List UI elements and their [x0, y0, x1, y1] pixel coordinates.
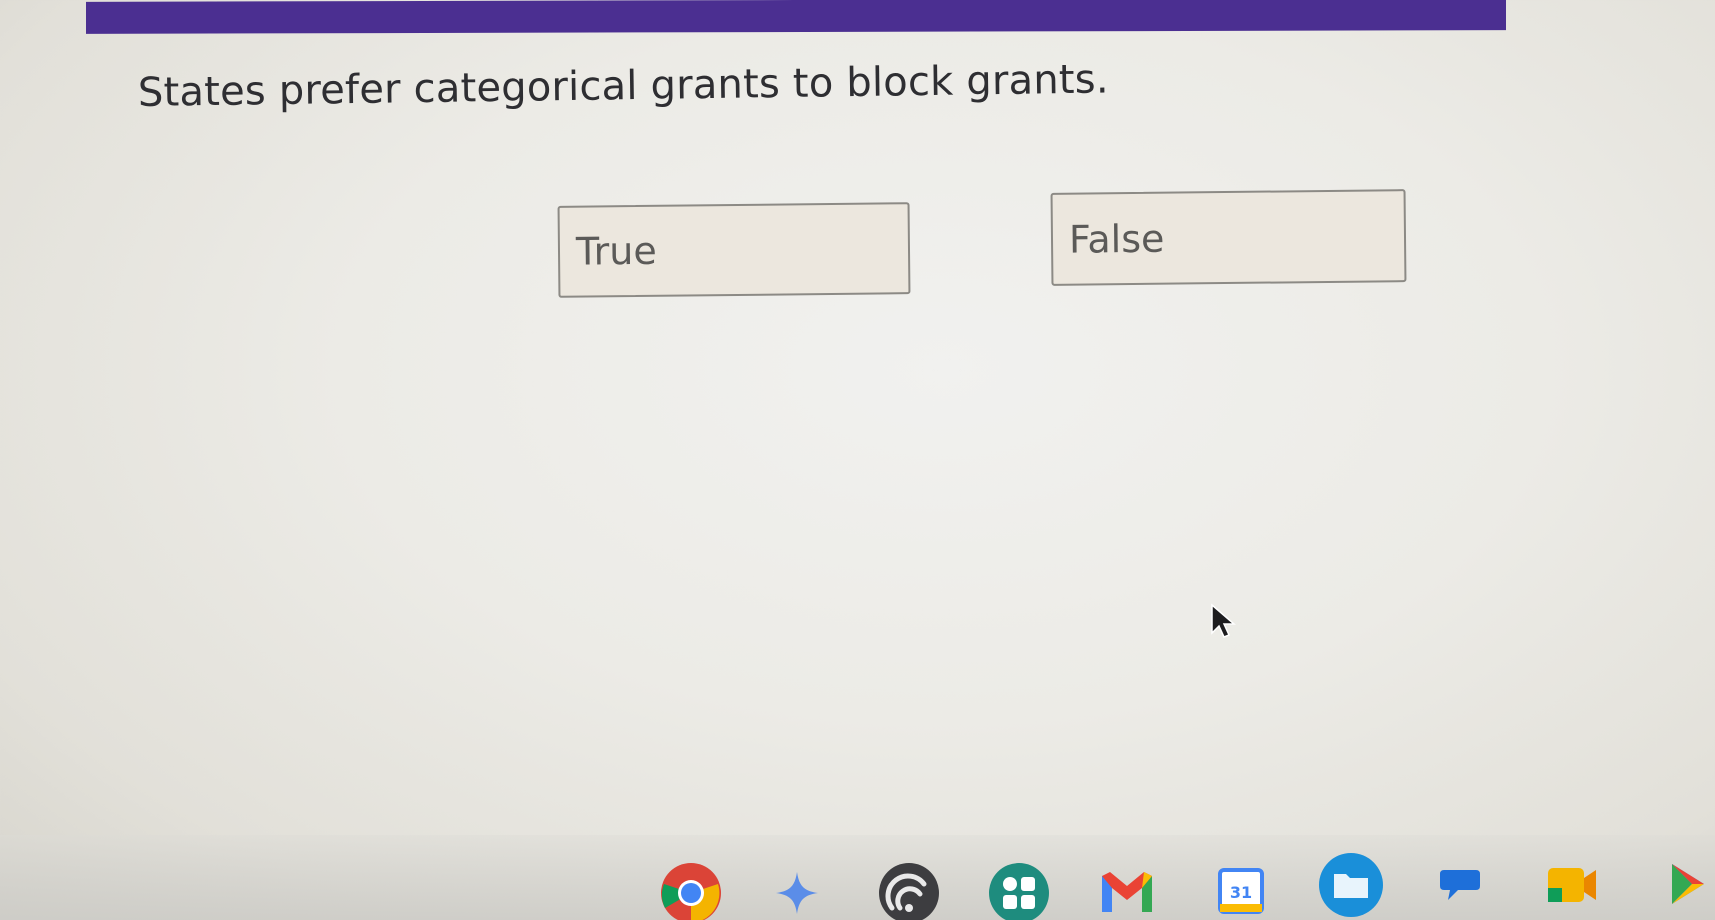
calendar-day-label: 31	[1230, 883, 1252, 902]
answer-false-button[interactable]: False	[1050, 189, 1407, 286]
answer-true-label: True	[575, 228, 657, 274]
gmail-icon[interactable]	[1098, 866, 1156, 918]
mouse-pointer-icon	[1210, 603, 1237, 639]
launcher-apps-icon[interactable]	[988, 862, 1050, 920]
header-bar	[86, 0, 1506, 34]
question-text: States prefer categorical grants to bloc…	[137, 56, 1110, 116]
answer-true-button[interactable]: True	[557, 202, 911, 298]
answer-false-label: False	[1068, 216, 1165, 262]
meet-icon[interactable]	[1544, 862, 1600, 908]
chrome-icon[interactable]	[660, 862, 722, 920]
files-icon[interactable]	[1318, 852, 1384, 918]
podcast-icon[interactable]	[878, 862, 940, 920]
answer-choices: True False	[0, 0, 1715, 920]
calendar-icon[interactable]: 31	[1218, 866, 1264, 916]
chat-icon[interactable]	[1438, 862, 1482, 906]
play-store-icon[interactable]	[1664, 860, 1712, 908]
gemini-icon[interactable]	[772, 868, 822, 918]
